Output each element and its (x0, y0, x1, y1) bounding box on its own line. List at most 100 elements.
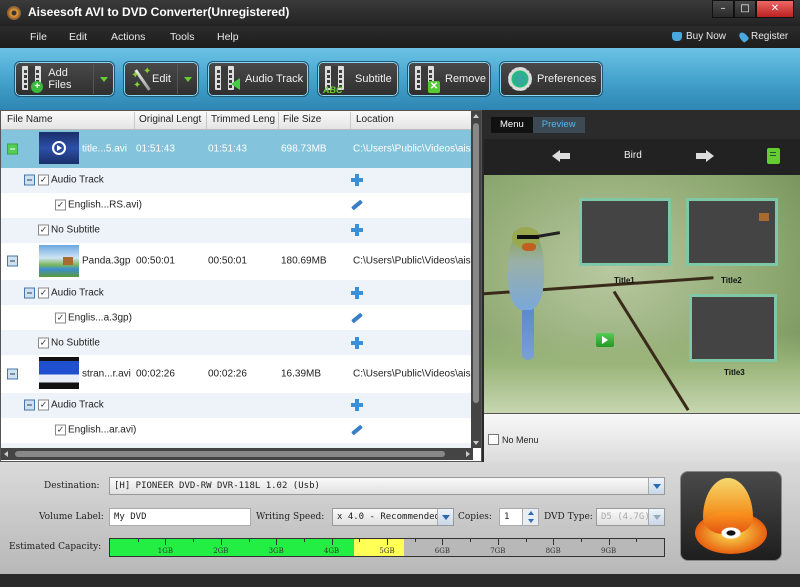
audio-track-checkbox[interactable]: ✓ (38, 399, 49, 411)
edit-menu-icon[interactable] (767, 148, 780, 164)
audio-checkbox[interactable]: ✓ (55, 312, 66, 323)
horizontal-scrollbar[interactable] (1, 448, 473, 460)
writing-speed-select[interactable]: x 4.0 - Recommended (332, 508, 454, 526)
menu-actions[interactable]: Actions (111, 31, 145, 43)
vertical-scrollbar[interactable] (471, 111, 481, 448)
file-location: C:\Users\Public\Videos\ais... (353, 368, 473, 380)
add-files-dropdown-icon[interactable] (100, 76, 108, 82)
file-size: 180.69MB (281, 255, 327, 267)
chapter-thumbnail-1[interactable] (579, 198, 671, 266)
collapse-toggle[interactable] (24, 287, 35, 298)
column-trimmed-length[interactable]: Trimmed Leng (211, 114, 275, 125)
remove-button[interactable]: ✕ Remove (407, 61, 491, 97)
app-icon (7, 6, 21, 20)
menu-edit[interactable]: Edit (69, 31, 87, 43)
burn-button[interactable] (680, 471, 782, 561)
dvd-type-select: D5 (4.7G) (596, 508, 665, 526)
chevron-down-icon[interactable] (437, 509, 453, 525)
tab-menu[interactable]: Menu (491, 117, 533, 133)
column-original-length[interactable]: Original Lengt (139, 114, 205, 125)
chapter-thumbnail-2[interactable] (686, 198, 778, 266)
audio-track-row: ✓ Audio Track (1, 280, 473, 305)
collapse-toggle[interactable] (7, 255, 18, 267)
dvd-type-value: D5 (4.7G) (601, 512, 650, 522)
subtitle-checkbox[interactable]: ✓ (38, 224, 49, 236)
file-name: Panda.3gp (82, 255, 131, 267)
scroll-left-icon[interactable] (4, 451, 8, 457)
no-menu-checkbox[interactable] (488, 434, 499, 445)
edit-audio-icon[interactable] (351, 312, 363, 323)
scroll-thumb[interactable] (15, 451, 445, 457)
capacity-tick-label: 6GB (434, 547, 450, 555)
audio-track-label: Audio Track (51, 174, 104, 186)
audio-track-label: Audio Track (51, 399, 104, 411)
chapter-thumbnail-3[interactable] (689, 294, 777, 362)
menu-tools[interactable]: Tools (170, 31, 195, 43)
chevron-down-icon (648, 509, 664, 525)
scroll-up-icon[interactable] (473, 114, 479, 118)
subtitle-checkbox[interactable]: ✓ (38, 337, 49, 348)
scroll-thumb[interactable] (473, 123, 479, 403)
gear-icon (507, 66, 532, 92)
minimize-button[interactable]: – (712, 0, 734, 18)
preferences-button[interactable]: Preferences (499, 61, 603, 97)
close-button[interactable]: ✕ (756, 0, 794, 18)
capacity-tick (359, 539, 361, 542)
capacity-tick-label: 1GB (157, 547, 173, 555)
add-audio-icon[interactable] (351, 286, 363, 299)
menu-file[interactable]: File (30, 31, 47, 43)
audio-track-row: ✓ Audio Track (1, 392, 473, 418)
subtitle-button[interactable]: ABC Subtitle (317, 61, 399, 97)
collapse-toggle[interactable] (7, 368, 18, 380)
capacity-tick-label: 7GB (490, 547, 506, 555)
volume-label-input[interactable]: My DVD (109, 508, 251, 526)
copies-stepper[interactable]: 1 (499, 508, 539, 526)
audio-checkbox[interactable]: ✓ (55, 199, 66, 211)
register-link[interactable]: Register (737, 30, 788, 43)
add-audio-icon[interactable] (351, 174, 363, 186)
capacity-tick (525, 539, 527, 542)
capacity-tick (137, 539, 139, 542)
template-name: Bird (624, 150, 642, 161)
menu-help[interactable]: Help (217, 31, 239, 43)
file-row[interactable]: stran...r.avi 00:02:26 00:02:26 16.39MB … (1, 355, 473, 393)
audio-track-checkbox[interactable]: ✓ (38, 174, 49, 186)
capacity-bar: 1GB 2GB 3GB 4GB 5GB 6GB 7GB 8GB 9GB (109, 538, 665, 557)
previous-template-icon[interactable] (552, 150, 570, 162)
scroll-down-icon[interactable] (473, 441, 479, 445)
collapse-toggle[interactable] (24, 174, 35, 186)
audio-track-button[interactable]: Audio Track (207, 61, 309, 97)
add-files-button[interactable]: + Add Files (14, 61, 115, 97)
destination-select[interactable]: [H] PIONEER DVD-RW DVR-118L 1.02 (Usb) (109, 477, 665, 495)
add-audio-icon[interactable] (351, 399, 363, 411)
buy-now-link[interactable]: Buy Now (672, 31, 726, 42)
add-subtitle-icon[interactable] (351, 336, 363, 349)
add-subtitle-icon[interactable] (351, 224, 363, 236)
audio-track-checkbox[interactable]: ✓ (38, 287, 49, 298)
tab-preview[interactable]: Preview (532, 117, 585, 133)
edit-dropdown-icon[interactable] (184, 76, 192, 82)
column-location[interactable]: Location (356, 114, 466, 125)
stepper-arrows-icon[interactable] (522, 509, 538, 525)
next-template-icon[interactable] (696, 150, 714, 162)
audio-checkbox[interactable]: ✓ (55, 424, 66, 436)
play-icon[interactable] (596, 333, 614, 347)
copies-label: Copies: (458, 512, 492, 522)
edit-audio-icon[interactable] (351, 199, 363, 211)
audio-item-row: ✓ English...ar.avi) (1, 418, 473, 443)
file-row[interactable]: title...5.avi 01:51:43 01:51:43 698.73MB… (1, 130, 473, 168)
volume-label-label: Volume Label: (39, 512, 104, 522)
edit-button[interactable]: ✦ ✦ ✦ Edit (123, 61, 199, 97)
chevron-down-icon[interactable] (648, 478, 664, 494)
file-row[interactable]: Panda.3gp 00:50:01 00:50:01 180.69MB C:\… (1, 243, 473, 281)
add-files-label: Add Files (48, 67, 72, 91)
maximize-button[interactable]: □ (734, 0, 756, 18)
column-file-name[interactable]: File Name (7, 114, 127, 125)
capacity-tick (331, 539, 333, 545)
scroll-right-icon[interactable] (466, 451, 470, 457)
column-file-size[interactable]: File Size (283, 114, 343, 125)
collapse-toggle[interactable] (7, 143, 18, 155)
edit-audio-icon[interactable] (351, 424, 363, 436)
capacity-tick-label: 2GB (213, 547, 229, 555)
collapse-toggle[interactable] (24, 399, 35, 411)
